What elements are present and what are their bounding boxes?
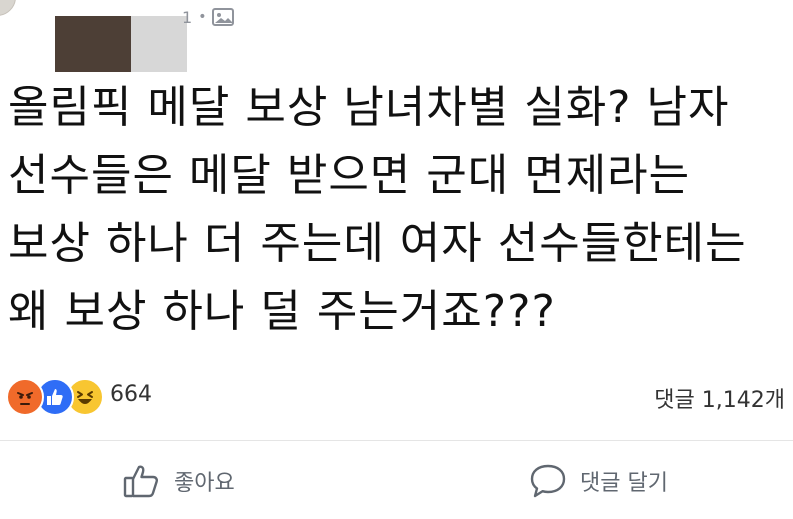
- reaction-count[interactable]: 664: [110, 382, 152, 407]
- comment-button[interactable]: 댓글 달기: [528, 461, 668, 501]
- post-header: 1 •: [0, 0, 793, 72]
- post-text-line: 선수들은 메달 받으면 군대 면제라는: [8, 150, 691, 201]
- angry-icon: [6, 378, 44, 416]
- post-text-line: 왜 보상 하나 덜 주는거죠???: [8, 286, 556, 337]
- action-bar: 좋아요 댓글 달기: [0, 441, 793, 519]
- comment-icon: [528, 462, 568, 500]
- thumbs-up-icon: [122, 462, 162, 500]
- post-meta: 1 •: [182, 6, 235, 28]
- meta-separator: •: [198, 9, 207, 25]
- post-text: 올림픽 메달 보상 남녀차별 실화? 남자 선수들은 메달 받으면 군대 면제라…: [8, 74, 788, 346]
- comment-count[interactable]: 댓글 1,142개: [654, 382, 785, 414]
- avatar[interactable]: [0, 0, 16, 16]
- reactions-bar: 664 댓글 1,142개: [0, 374, 793, 422]
- like-button[interactable]: 좋아요: [122, 461, 235, 501]
- post-time-fragment[interactable]: 1: [182, 8, 192, 27]
- post-text-line: 보상 하나 더 주는데 여자 선수들한테는: [8, 218, 747, 269]
- comment-label: 댓글 달기: [580, 471, 668, 496]
- post-text-line: 올림픽 메달 보상 남녀차별 실화? 남자: [8, 82, 730, 133]
- redacted-author-name: [55, 16, 187, 72]
- redaction-block-light: [131, 16, 187, 72]
- like-label: 좋아요: [174, 471, 235, 496]
- photo-icon: [212, 7, 235, 27]
- redaction-block-dark: [55, 16, 131, 72]
